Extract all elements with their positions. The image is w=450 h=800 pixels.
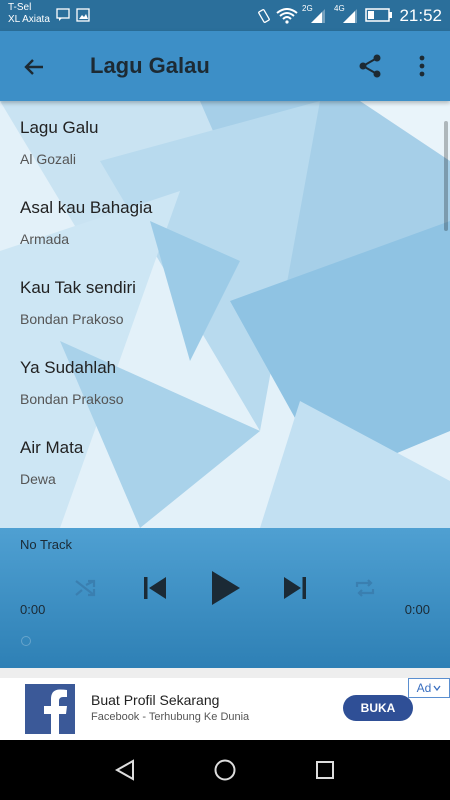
- ad-title: Buat Profil Sekarang: [91, 692, 220, 708]
- shuffle-icon: [75, 579, 96, 597]
- player-panel: No Track 0:00 0:00: [0, 528, 450, 668]
- list-item[interactable]: Ya Sudahlah Bondan Prakoso: [0, 341, 450, 421]
- skip-previous-icon: [144, 577, 166, 599]
- ad-choices-tag[interactable]: Ad: [408, 678, 450, 698]
- shuffle-button[interactable]: [65, 568, 105, 608]
- more-vert-icon: [419, 55, 425, 77]
- track-title: Asal kau Bahagia: [20, 198, 153, 217]
- seek-bar-thumb[interactable]: [21, 636, 31, 646]
- list-item[interactable]: Kau Tak sendiri Bondan Prakoso: [0, 261, 450, 341]
- back-triangle-icon: [114, 759, 134, 781]
- track-artist: Bondan Prakoso: [20, 391, 124, 407]
- total-duration: 0:00: [404, 602, 430, 617]
- list-item[interactable]: Asal kau Bahagia Armada: [0, 181, 450, 261]
- nav-home-button[interactable]: [210, 755, 240, 785]
- track-artist: Al Gozali: [20, 151, 77, 167]
- more-options-button[interactable]: [408, 48, 436, 84]
- track-artist: Bondan Prakoso: [20, 311, 124, 327]
- track-title: Ya Sudahlah: [20, 358, 117, 377]
- share-button[interactable]: [352, 48, 388, 84]
- facebook-logo-icon: [25, 684, 75, 734]
- wifi-icon: [276, 8, 298, 24]
- back-button[interactable]: [14, 47, 54, 87]
- ad-banner[interactable]: Buat Profil Sekarang Facebook - Terhubun…: [0, 678, 450, 740]
- chevron-down-icon: [433, 685, 441, 691]
- ad-divider: [0, 668, 450, 678]
- list-item[interactable]: Air Mata Dewa: [0, 421, 450, 501]
- chat-icon: [56, 8, 70, 21]
- track-artist: Armada: [20, 231, 70, 247]
- track-artist: Dewa: [20, 471, 56, 487]
- arrow-back-icon: [24, 59, 43, 75]
- clock: 21:52: [399, 6, 442, 25]
- skip-next-icon: [284, 577, 306, 599]
- signal-icon: [343, 9, 357, 23]
- elapsed-time: 0:00: [20, 602, 46, 617]
- now-playing-label: No Track: [20, 537, 73, 552]
- carrier-line-2: XL Axiata: [8, 14, 50, 25]
- track-title: Lagu Galu: [20, 118, 99, 137]
- previous-button[interactable]: [135, 568, 175, 608]
- next-button[interactable]: [275, 568, 315, 608]
- carrier-line-1: T-Sel: [8, 2, 32, 13]
- ad-tag-label: Ad: [416, 681, 432, 695]
- repeat-button[interactable]: [345, 568, 385, 608]
- nav-recents-button[interactable]: [310, 755, 340, 785]
- carrier-info: T-Sel XL Axiata: [8, 2, 50, 26]
- play-icon: [212, 571, 240, 605]
- page-title: Lagu Galau: [90, 53, 210, 78]
- recents-square-icon: [316, 761, 334, 779]
- system-nav-bar: [0, 740, 450, 800]
- list-item[interactable]: Lagu Galu Al Gozali: [0, 101, 450, 181]
- track-list-area: Lagu Galu Al Gozali Asal kau Bahagia Arm…: [0, 101, 450, 528]
- vibrate-icon: [258, 9, 270, 23]
- app-bar: Lagu Galau: [0, 31, 450, 101]
- track-title: Kau Tak sendiri: [20, 278, 136, 297]
- signal-icon: [311, 9, 325, 23]
- battery-icon: [365, 8, 392, 22]
- share-icon: [359, 54, 381, 78]
- status-bar: T-Sel XL Axiata 2G 4G 21:52: [0, 0, 450, 31]
- track-list: Lagu Galu Al Gozali Asal kau Bahagia Arm…: [0, 101, 450, 501]
- repeat-icon: [355, 579, 375, 597]
- ad-subtitle: Facebook - Terhubung Ke Dunia: [91, 711, 250, 723]
- ad-open-button[interactable]: BUKA: [343, 695, 413, 721]
- gallery-icon: [76, 8, 90, 22]
- nav-back-button[interactable]: [110, 755, 140, 785]
- home-circle-icon: [214, 759, 236, 781]
- scrollbar[interactable]: [444, 121, 448, 231]
- play-button[interactable]: [205, 568, 245, 608]
- track-title: Air Mata: [20, 438, 84, 457]
